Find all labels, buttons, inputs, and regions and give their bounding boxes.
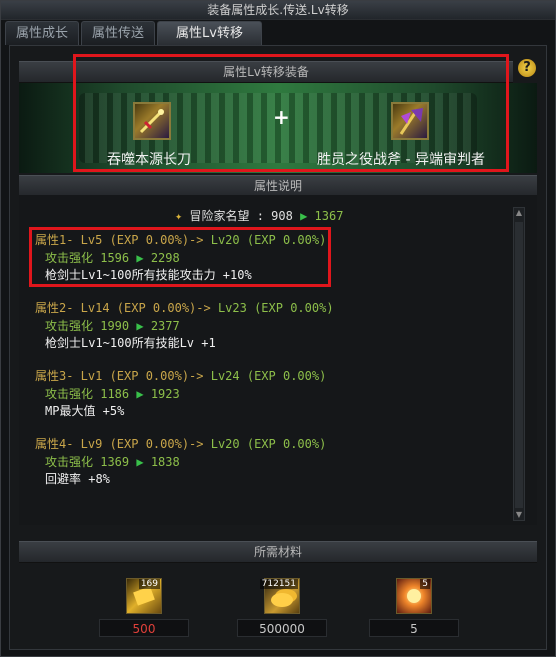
material-1-count: 169 [138, 579, 160, 589]
attributes-scrollbar[interactable]: ▲ ▼ [513, 207, 525, 521]
attribute-2-title: 属性2- Lv14 (EXP 0.00%)-> Lv23 (EXP 0.00%) [35, 301, 334, 315]
gold-coins-icon [271, 593, 293, 607]
tab-attribute-growth[interactable]: 属性成长 [5, 21, 80, 45]
window: 装备属性成长.传送.Lv转移 属性成长 属性传送 属性Lv转移 属性Lv转移装备… [0, 0, 556, 657]
material-2-slot[interactable]: 712151 [259, 578, 300, 614]
attribute-2-stat: 攻击强化 1990 ▶ 2377 [45, 319, 180, 333]
attribute-4-extra: 回避率 +8% [45, 472, 110, 486]
material-1-slot[interactable]: 169 [126, 578, 162, 614]
tab-attribute-transfer[interactable]: 属性传送 [81, 21, 156, 45]
reputation-label: 冒险家名望 : 908 [189, 209, 293, 223]
reputation-arrow: ▶ [300, 209, 308, 223]
scroll-up-arrow-icon[interactable]: ▲ [514, 208, 524, 218]
attribute-3-stat: 攻击强化 1186 ▶ 1923 [45, 387, 180, 401]
material-1-required: 500 [99, 619, 189, 637]
material-2-required: 500000 [237, 619, 327, 637]
attribute-4-title: 属性4- Lv9 (EXP 0.00%)-> Lv20 (EXP 0.00%) [35, 437, 327, 451]
window-title: 装备属性成长.传送.Lv转移 [1, 1, 555, 20]
attributes-header: 属性说明 [19, 175, 537, 197]
reputation-icon: ✦ [175, 209, 183, 223]
material-2-count: 712151 [259, 579, 298, 589]
help-button[interactable]: ? [518, 59, 536, 77]
tab-bar: 属性成长 属性传送 属性Lv转移 [5, 21, 262, 45]
scroll-thumb[interactable] [515, 222, 523, 508]
fire-orb-icon [407, 589, 421, 603]
gold-crystal-icon [133, 586, 155, 606]
attribute-4-stat: 攻击强化 1369 ▶ 1838 [45, 455, 180, 469]
attribute-3-extra: MP最大值 +5% [45, 404, 125, 418]
reputation-new: 1367 [314, 209, 344, 223]
scroll-down-arrow-icon[interactable]: ▼ [514, 510, 524, 520]
attribute-2-extra: 枪剑士Lv1~100所有技能Lv +1 [45, 336, 216, 350]
material-3-count: 5 [420, 579, 430, 589]
tab-attribute-lv-transfer[interactable]: 属性Lv转移 [157, 21, 262, 45]
materials-header: 所需材料 [19, 541, 537, 563]
highlight-transfer-box [73, 54, 509, 172]
material-3-required: 5 [369, 619, 459, 637]
attribute-3-title: 属性3- Lv1 (EXP 0.00%)-> Lv24 (EXP 0.00%) [35, 369, 327, 383]
material-3-slot[interactable]: 5 [396, 578, 432, 614]
reputation-row: ✦ 冒险家名望 : 908 ▶ 1367 [175, 207, 343, 224]
highlight-attribute-1-box [29, 227, 331, 287]
